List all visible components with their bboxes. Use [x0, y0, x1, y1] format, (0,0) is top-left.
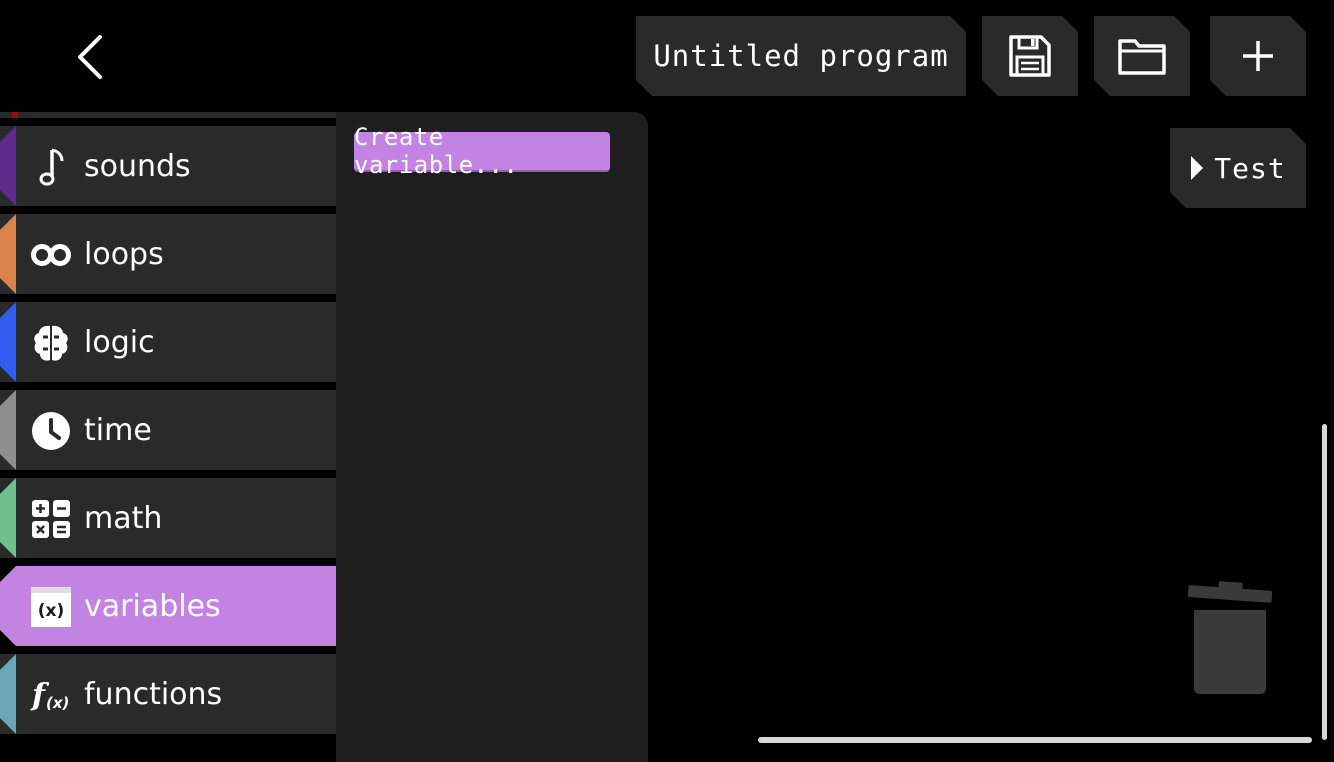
open-folder-button[interactable] — [1094, 16, 1190, 96]
vertical-scrollbar[interactable] — [1322, 424, 1327, 740]
category-sounds[interactable]: sounds — [0, 126, 336, 206]
clock-icon — [30, 410, 72, 452]
category-logic[interactable]: logic — [0, 302, 336, 382]
category-math[interactable]: math — [0, 478, 336, 558]
chevron-left-icon — [78, 35, 102, 79]
music-note-icon — [30, 146, 72, 188]
program-title-button[interactable]: Untitled program — [636, 16, 966, 96]
save-button[interactable] — [982, 16, 1078, 96]
category-label: loops — [84, 236, 164, 272]
function-fx-icon: f (x) — [30, 674, 72, 716]
calculator-icon — [30, 498, 72, 540]
play-icon — [1190, 155, 1204, 181]
create-variable-button[interactable]: Create variable... — [354, 123, 610, 179]
trash-can-icon[interactable] — [1186, 580, 1276, 698]
program-title: Untitled program — [653, 39, 949, 73]
category-color-stripe — [0, 390, 16, 470]
category-list-top-edge — [0, 112, 336, 118]
infinity-loop-icon — [30, 234, 72, 276]
category-label: functions — [84, 676, 223, 712]
plus-icon — [1240, 38, 1276, 74]
category-color-stripe — [0, 478, 16, 558]
block-flyout[interactable] — [336, 112, 648, 762]
variable-x-icon: (x) — [30, 586, 72, 628]
test-label: Test — [1214, 151, 1286, 185]
category-color-stripe — [0, 654, 16, 734]
category-label: sounds — [84, 148, 191, 184]
category-label: variables — [84, 588, 221, 624]
category-time[interactable]: time — [0, 390, 336, 470]
category-color-stripe — [0, 126, 16, 206]
floppy-disk-icon — [1007, 33, 1053, 79]
category-functions[interactable]: f (x) functions — [0, 654, 336, 734]
brain-icon — [30, 322, 72, 364]
back-button[interactable] — [60, 30, 120, 84]
svg-text:(x): (x) — [38, 601, 65, 621]
horizontal-scrollbar[interactable] — [758, 737, 1312, 743]
category-color-stripe — [0, 302, 16, 382]
category-label: math — [84, 500, 163, 536]
category-color-stripe — [0, 214, 16, 294]
folder-icon — [1117, 35, 1167, 77]
category-variables[interactable]: (x) variables — [0, 566, 336, 646]
category-label: logic — [84, 324, 155, 360]
new-program-button[interactable] — [1210, 16, 1306, 96]
test-run-button[interactable]: Test — [1170, 128, 1306, 208]
category-loops[interactable]: loops — [0, 214, 336, 294]
svg-text:(x): (x) — [46, 694, 69, 712]
category-label: time — [84, 412, 152, 448]
